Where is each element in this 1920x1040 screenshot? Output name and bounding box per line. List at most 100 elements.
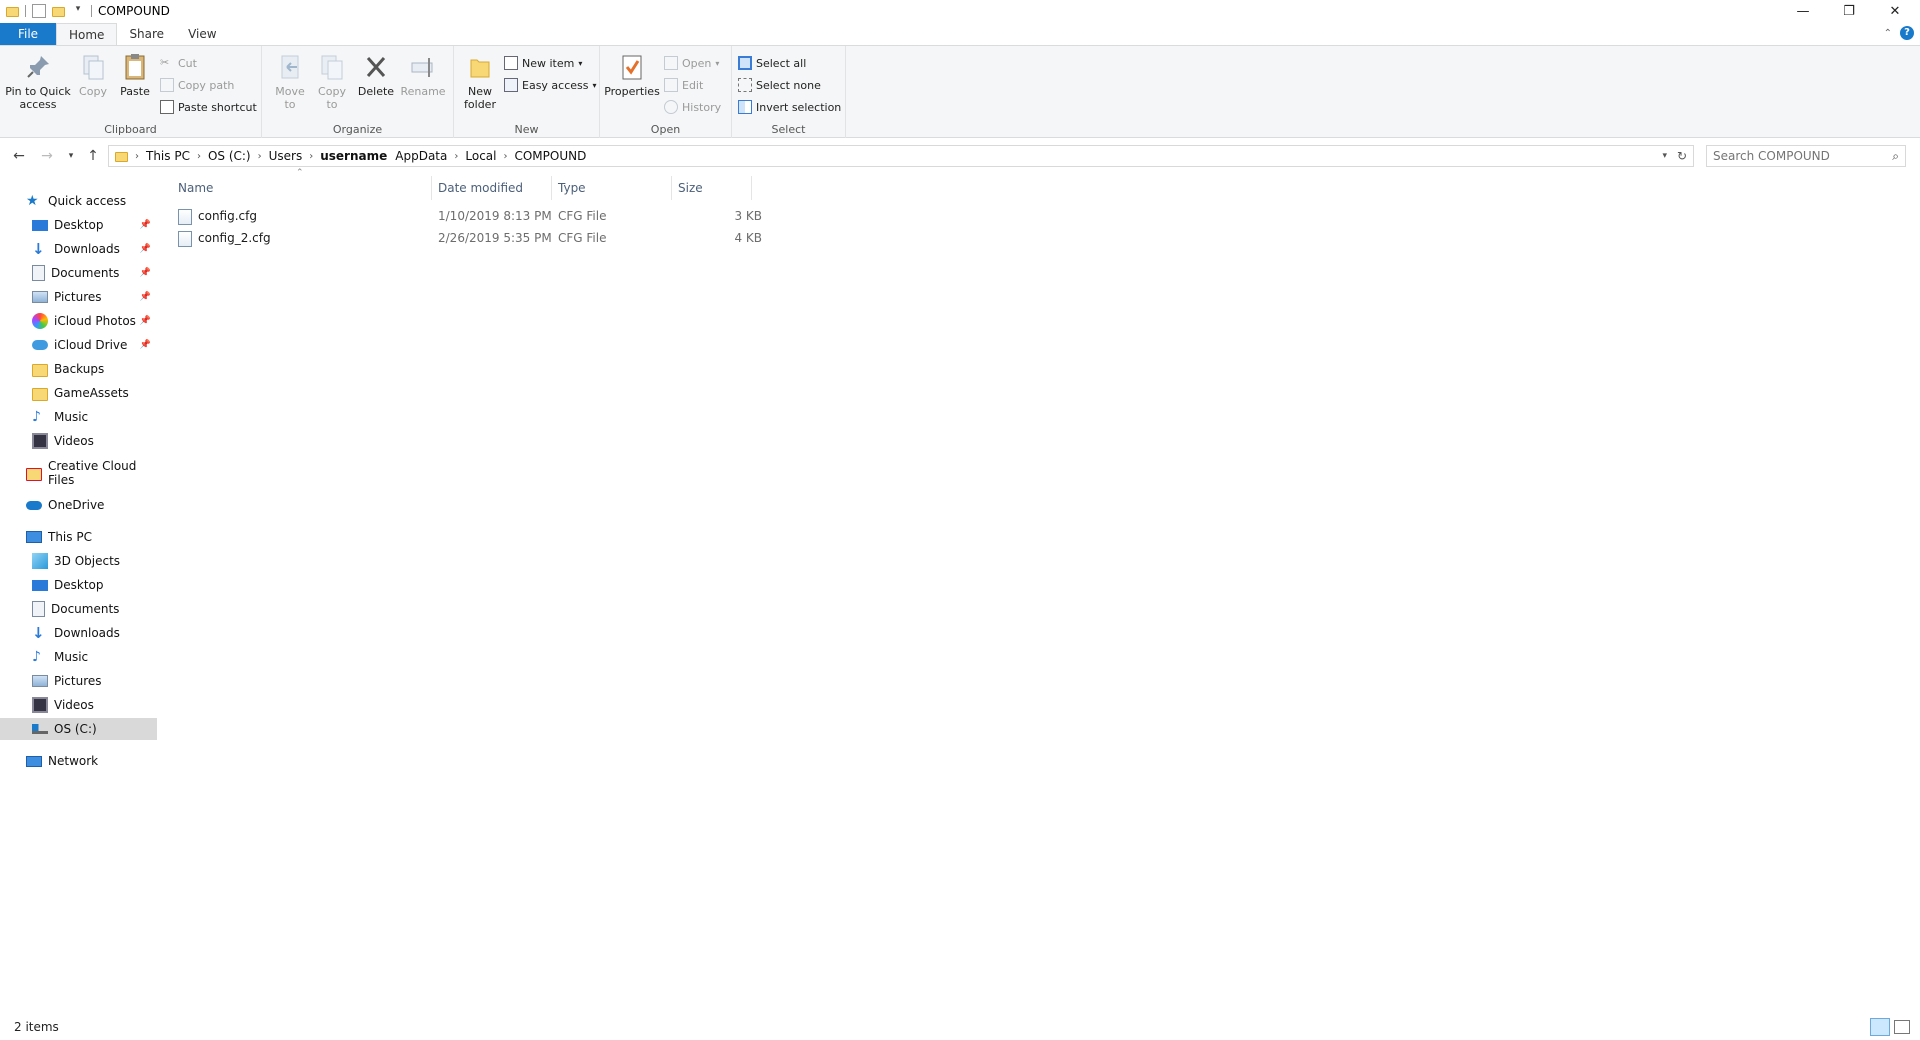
column-header-type[interactable]: Type	[552, 176, 672, 200]
pictures-icon	[32, 675, 48, 687]
tab-home[interactable]: Home	[56, 23, 118, 45]
paste-button[interactable]: Paste	[116, 52, 154, 98]
column-header-date-modified[interactable]: Date modified	[432, 176, 552, 200]
nav-quick-icloud-photos[interactable]: iCloud Photos 📌	[0, 310, 157, 332]
nav-this-pc[interactable]: This PC	[0, 526, 157, 548]
delete-button[interactable]: Delete	[356, 52, 396, 98]
move-to-button[interactable]: Move to	[270, 52, 310, 111]
clipboard-icon	[125, 54, 145, 80]
breadcrumb-local[interactable]: Local	[461, 149, 500, 163]
copy-button[interactable]: Copy	[76, 52, 110, 98]
nav-pc-desktop[interactable]: Desktop	[0, 574, 157, 596]
open-button[interactable]: Open ▾	[664, 54, 719, 72]
up-button[interactable]: ↑	[84, 147, 102, 165]
nav-quick-gameassets[interactable]: GameAssets	[0, 382, 157, 404]
properties-button[interactable]: Properties	[604, 52, 660, 98]
file-name: config_2.cfg	[198, 231, 271, 245]
copy-to-button[interactable]: Copy to	[312, 52, 352, 111]
recent-locations-button[interactable]: ▾	[62, 147, 80, 165]
chevron-down-icon[interactable]: ▾	[71, 4, 85, 18]
nav-quick-pictures[interactable]: Pictures 📌	[0, 286, 157, 308]
breadcrumb-this-pc[interactable]: This PC	[142, 149, 194, 163]
table-row[interactable]: config.cfg 1/10/2019 8:13 PM CFG File 3 …	[178, 206, 918, 228]
rename-button[interactable]: Rename	[400, 52, 446, 98]
restore-button[interactable]: ❐	[1826, 0, 1872, 22]
clipboard-group-label: Clipboard	[104, 123, 157, 136]
tab-share[interactable]: Share	[117, 23, 176, 45]
easy-access-button[interactable]: Easy access ▾	[504, 76, 597, 94]
tab-view[interactable]: View	[176, 23, 228, 45]
paste-shortcut-button[interactable]: Paste shortcut	[160, 98, 257, 116]
new-item-button[interactable]: New item ▾	[504, 54, 582, 72]
copy-path-icon	[160, 78, 174, 92]
properties-quick-icon[interactable]	[32, 4, 46, 18]
address-bar[interactable]: › This PC › OS (C:) › Users › username A…	[108, 145, 1694, 167]
file-type: CFG File	[558, 231, 607, 245]
column-header-size[interactable]: Size	[672, 176, 752, 200]
nav-pc-pictures[interactable]: Pictures	[0, 670, 157, 692]
table-row[interactable]: config_2.cfg 2/26/2019 5:35 PM CFG File …	[178, 228, 918, 250]
nav-pc-videos[interactable]: Videos	[0, 694, 157, 716]
search-input[interactable]	[1707, 149, 1877, 163]
tab-file[interactable]: File	[0, 23, 56, 45]
breadcrumb-compound[interactable]: COMPOUND	[510, 149, 590, 163]
edit-button[interactable]: Edit	[664, 76, 703, 94]
nav-pc-os-c[interactable]: OS (C:)	[0, 718, 157, 740]
chevron-right-icon: ›	[135, 150, 139, 162]
cut-button[interactable]: ✂ Cut	[160, 54, 197, 72]
easy-access-icon	[504, 78, 518, 92]
open-icon	[664, 56, 678, 70]
breadcrumb-username[interactable]: username	[316, 149, 391, 163]
nav-pc-music[interactable]: ♪ Music	[0, 646, 157, 668]
invert-selection-button[interactable]: Invert selection	[738, 98, 841, 116]
nav-quick-documents[interactable]: Documents 📌	[0, 262, 157, 284]
nav-quick-downloads[interactable]: ↓ Downloads 📌	[0, 238, 157, 260]
column-header-name[interactable]: Name	[160, 176, 432, 200]
nav-label: Music	[54, 410, 89, 424]
nav-onedrive[interactable]: OneDrive	[0, 494, 157, 516]
documents-icon	[32, 601, 45, 617]
nav-label: Desktop	[54, 218, 104, 232]
copy-to-icon	[321, 55, 343, 80]
select-all-button[interactable]: Select all	[738, 54, 806, 72]
select-none-button[interactable]: Select none	[738, 76, 821, 94]
nav-creative-cloud-files[interactable]: Creative Cloud Files	[0, 459, 157, 487]
cut-label: Cut	[178, 56, 197, 70]
nav-pc-documents[interactable]: Documents	[0, 598, 157, 620]
nav-pc-3d-objects[interactable]: 3D Objects	[0, 550, 157, 572]
nav-label: iCloud Drive	[54, 338, 128, 352]
help-icon[interactable]: ?	[1900, 26, 1914, 40]
details-view-icon[interactable]	[1870, 1018, 1890, 1036]
nav-quick-access[interactable]: ★ Quick access	[0, 190, 157, 212]
search-icon[interactable]: ⌕	[1892, 149, 1899, 164]
breadcrumb-os-c[interactable]: OS (C:)	[204, 149, 255, 163]
minimize-button[interactable]: —	[1780, 0, 1826, 22]
nav-quick-music[interactable]: ♪ Music	[0, 406, 157, 428]
history-button[interactable]: History	[664, 98, 721, 116]
nav-quick-icloud-drive[interactable]: iCloud Drive 📌	[0, 334, 157, 356]
pictures-icon	[32, 291, 48, 303]
chevron-right-icon: ›	[257, 150, 262, 162]
copy-path-button[interactable]: Copy path	[160, 76, 234, 94]
nav-quick-backups[interactable]: Backups	[0, 358, 157, 380]
address-dropdown-icon[interactable]: ▾	[1662, 151, 1667, 161]
large-icons-view-icon[interactable]	[1894, 1020, 1910, 1034]
history-label: History	[682, 100, 722, 114]
nav-pc-downloads[interactable]: ↓ Downloads	[0, 622, 157, 644]
computer-icon	[26, 531, 42, 543]
nav-quick-desktop[interactable]: Desktop 📌	[0, 214, 157, 236]
breadcrumb-users[interactable]: Users	[265, 149, 307, 163]
back-button[interactable]: ←	[10, 147, 28, 165]
search-box[interactable]: ⌕	[1706, 145, 1906, 167]
new-folder-quick-icon[interactable]	[52, 7, 65, 17]
nav-network[interactable]: Network	[0, 750, 157, 772]
nav-quick-videos[interactable]: Videos	[0, 430, 157, 452]
pin-to-quick-access-button[interactable]: Pin to Quick access	[4, 52, 72, 111]
refresh-icon[interactable]: ↻	[1677, 149, 1687, 163]
new-folder-button[interactable]: New folder	[460, 52, 500, 111]
collapse-ribbon-icon[interactable]: ⌃	[1884, 28, 1892, 39]
close-button[interactable]: ✕	[1872, 0, 1918, 22]
breadcrumb-appdata[interactable]: AppData	[391, 149, 451, 163]
rename-label: Rename	[400, 85, 446, 98]
forward-button[interactable]: →	[38, 147, 56, 165]
